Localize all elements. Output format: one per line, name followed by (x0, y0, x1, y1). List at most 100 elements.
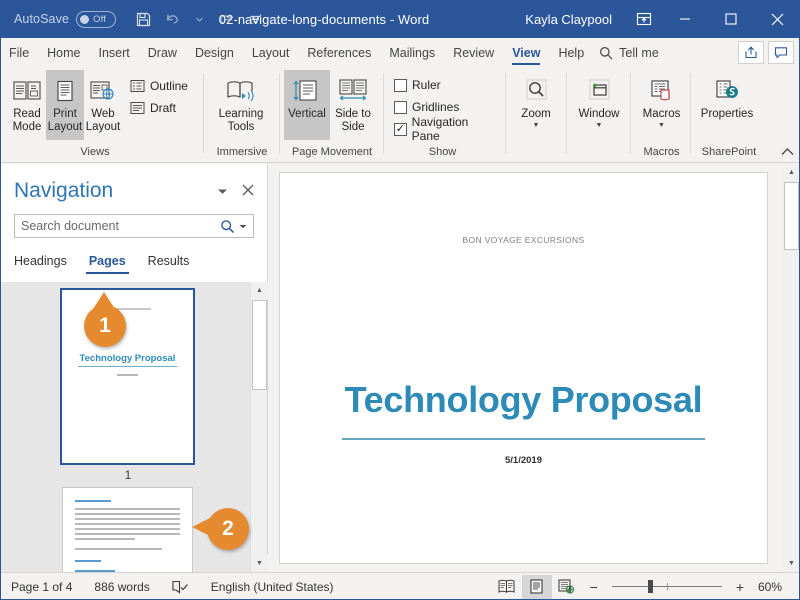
user-account-name[interactable]: Kayla Claypool (525, 12, 612, 27)
document-area: BON VOYAGE EXCURSIONS Technology Proposa… (268, 164, 800, 572)
search-input[interactable] (15, 219, 220, 233)
properties-button[interactable]: Properties (693, 70, 761, 140)
tab-draw[interactable]: Draw (139, 38, 186, 67)
print-layout-button[interactable]: Print Layout (46, 70, 84, 140)
nav-tab-pages[interactable]: Pages (78, 250, 137, 272)
undo-dropdown-icon[interactable] (188, 4, 210, 34)
thumbnail-page-1[interactable]: Technology Proposal (62, 290, 193, 463)
window-button[interactable]: Window ▼ (569, 70, 629, 140)
ribbon-group-show: Ruler Gridlines ✓ Navigation Pane Show (386, 67, 499, 162)
read-mode-button[interactable]: Read Mode (8, 70, 46, 140)
close-icon[interactable] (754, 0, 800, 38)
thumbnail-page-2[interactable] (62, 487, 193, 572)
ribbon: Read Mode Print Layout Web Layout (0, 67, 800, 163)
word-count[interactable]: 886 words (83, 580, 160, 594)
workspace: Navigation (0, 164, 800, 572)
learning-tools-button[interactable]: Learning Tools (211, 70, 271, 140)
undo-icon[interactable] (158, 4, 188, 34)
close-icon[interactable] (242, 184, 254, 199)
thumbnail-line (75, 560, 101, 562)
save-icon[interactable] (128, 4, 158, 34)
share-icon[interactable] (738, 41, 764, 64)
chevron-down-icon[interactable]: ▼ (658, 122, 665, 130)
window-label: Window (579, 108, 620, 121)
chevron-down-icon[interactable]: ▼ (533, 122, 540, 130)
autosave-toggle[interactable]: Off (76, 11, 116, 28)
navigation-scrollbar-thumb[interactable] (252, 300, 267, 390)
group-label-immersive: Immersive (207, 142, 277, 162)
print-layout-view-icon[interactable] (522, 575, 552, 599)
nav-tab-headings[interactable]: Headings (14, 250, 78, 272)
window-icon (584, 74, 614, 108)
macros-button[interactable]: Macros ▼ (633, 70, 690, 140)
nav-tab-results[interactable]: Results (137, 250, 201, 272)
tab-help[interactable]: Help (549, 38, 593, 67)
print-layout-icon (53, 74, 77, 108)
read-mode-view-icon[interactable] (492, 575, 522, 599)
tell-me-label: Tell me (619, 46, 659, 60)
web-layout-view-icon[interactable] (552, 575, 582, 599)
page-info[interactable]: Page 1 of 4 (0, 580, 83, 594)
ribbon-display-options-icon[interactable] (626, 0, 662, 38)
document-scrollbar-thumb[interactable] (784, 182, 799, 250)
web-layout-button[interactable]: Web Layout (84, 70, 122, 140)
document-header-text: BON VOYAGE EXCURSIONS (280, 235, 767, 245)
scroll-down-arrow-icon[interactable]: ▼ (251, 555, 268, 572)
chevron-down-icon[interactable]: ▼ (596, 122, 603, 130)
word-window: AutoSave Off 02-navigate-long-documen (0, 0, 800, 600)
zoom-slider-handle[interactable] (648, 580, 653, 593)
tab-mailings[interactable]: Mailings (380, 38, 444, 67)
zoom-out-button[interactable]: − (582, 579, 606, 595)
thumbnail-line (75, 548, 162, 550)
tab-review[interactable]: Review (444, 38, 503, 67)
navigation-pane-tabs: Headings Pages Results (14, 249, 254, 273)
search-document-box[interactable] (14, 214, 254, 238)
chevron-down-icon[interactable] (217, 184, 228, 198)
scroll-up-arrow-icon[interactable]: ▲ (783, 164, 800, 181)
document-scrollbar[interactable]: ▲ ▼ (783, 164, 800, 572)
zoom-slider[interactable] (612, 586, 722, 588)
thumbnail-date-line (117, 374, 138, 376)
maximize-icon[interactable] (708, 0, 754, 38)
ruler-checkbox[interactable]: Ruler (392, 74, 499, 96)
collapse-ribbon-icon[interactable] (781, 147, 794, 159)
tab-file[interactable]: File (0, 38, 38, 67)
proofing-errors-icon[interactable] (161, 580, 200, 594)
zoom-button[interactable]: Zoom ▼ (513, 70, 559, 140)
vertical-button[interactable]: Vertical (284, 70, 330, 140)
customize-quick-access-toolbar-icon[interactable] (240, 4, 270, 34)
autosave-label: AutoSave (14, 12, 69, 26)
tab-design[interactable]: Design (186, 38, 243, 67)
comments-icon[interactable] (768, 41, 794, 64)
language[interactable]: English (United States) (200, 580, 345, 594)
tab-view[interactable]: View (503, 38, 549, 67)
search-options-chevron-down-icon[interactable] (239, 224, 253, 229)
ribbon-tabs: File Home Insert Draw Design Layout Refe… (0, 38, 800, 67)
minimize-icon[interactable] (662, 0, 708, 38)
document-page[interactable]: BON VOYAGE EXCURSIONS Technology Proposa… (279, 172, 768, 564)
search-icon[interactable] (220, 219, 239, 234)
navigation-pane-scrollbar[interactable]: ▲ ▼ (250, 282, 267, 572)
tab-insert[interactable]: Insert (90, 38, 139, 67)
tab-home[interactable]: Home (38, 38, 89, 67)
quick-access-toolbar: AutoSave Off (0, 0, 270, 38)
zoom-in-button[interactable]: + (728, 579, 752, 595)
tab-layout[interactable]: Layout (243, 38, 299, 67)
tell-me-search[interactable]: Tell me (593, 38, 665, 67)
ribbon-group-macros: Macros ▼ Macros (633, 67, 690, 162)
document-title-rule (342, 438, 705, 440)
web-layout-icon (89, 74, 117, 108)
redo-icon[interactable] (210, 4, 240, 34)
draft-button[interactable]: Draft (128, 97, 190, 119)
tab-references[interactable]: References (298, 38, 380, 67)
scroll-up-arrow-icon[interactable]: ▲ (251, 282, 268, 299)
outline-button[interactable]: Outline (128, 75, 190, 97)
ruler-label: Ruler (412, 78, 441, 92)
zoom-level[interactable]: 60% (752, 580, 800, 594)
gridlines-checkbox-box (394, 101, 407, 114)
autosave-toggle-knob (80, 15, 89, 24)
side-to-side-button[interactable]: Side to Side (330, 70, 376, 140)
learning-tools-icon (225, 74, 257, 108)
scroll-down-arrow-icon[interactable]: ▼ (783, 555, 800, 572)
navigation-pane-checkbox[interactable]: ✓ Navigation Pane (392, 118, 499, 140)
